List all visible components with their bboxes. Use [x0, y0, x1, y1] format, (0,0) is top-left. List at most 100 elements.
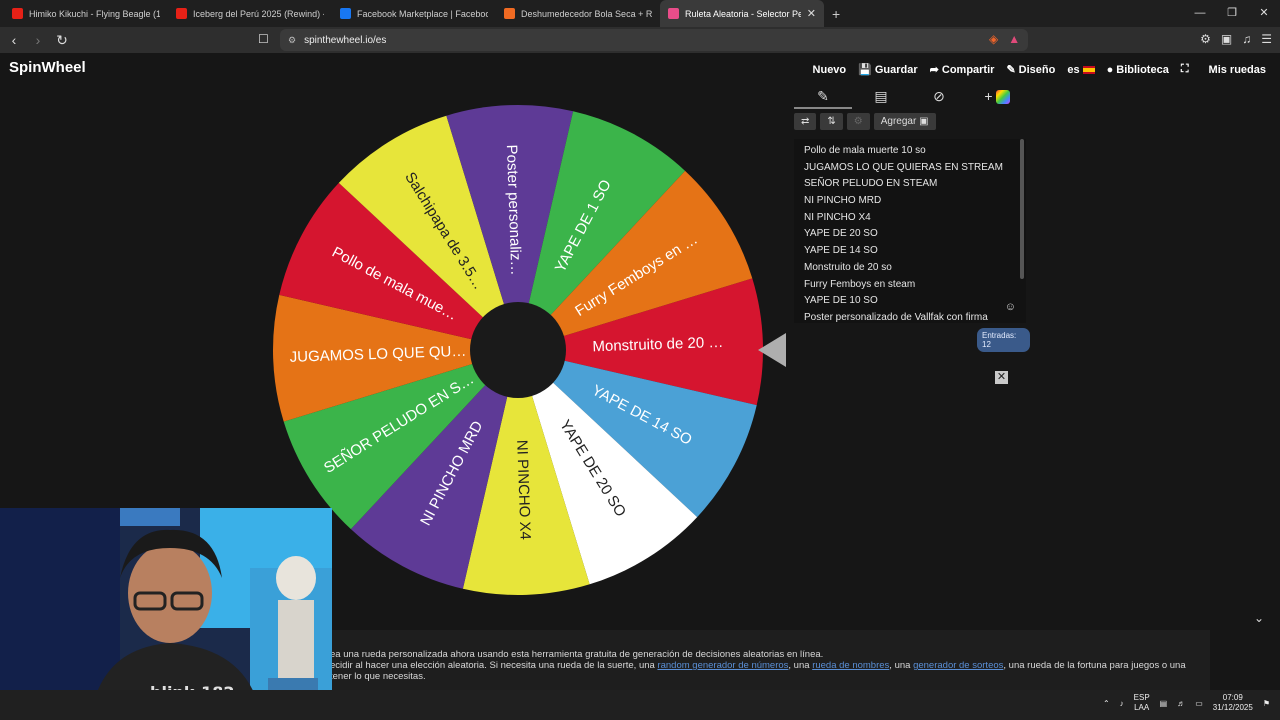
- my-wheels-button[interactable]: Mis ruedas: [1209, 64, 1266, 76]
- wheel-pointer: [758, 333, 786, 367]
- browser-tab[interactable]: Ruleta Aleatoria - Selector Perso ✕: [660, 0, 824, 27]
- tab-title: Himiko Kikuchi - Flying Beagle (1987): [29, 8, 160, 19]
- webcam-overlay: blink-182: [0, 508, 332, 720]
- save-button[interactable]: 💾 Guardar: [858, 63, 918, 77]
- tab-favicon-icon: [176, 8, 187, 19]
- color-palette-icon: [995, 90, 1010, 105]
- sort-icon: ⇅: [827, 116, 836, 127]
- wheel-center[interactable]: [470, 302, 566, 398]
- address-bar: ‹ › ↻ ☐ ⚙ spinthewheel.io/es ◈ ▲ ⚙ ▣ ♫ ☰: [0, 27, 1280, 53]
- description-text: , una rueda de la fortuna para juegos o …: [1003, 660, 1186, 671]
- battery-icon[interactable]: ▭: [1195, 699, 1203, 708]
- entry-line: SEÑOR PELUDO EN STEAM: [804, 178, 938, 190]
- separator: , una: [788, 660, 810, 671]
- lang-bottom: LAA: [1134, 703, 1150, 712]
- tab-favicon-icon: [12, 8, 23, 19]
- back-icon[interactable]: ‹: [4, 32, 24, 48]
- forward-icon[interactable]: ›: [28, 32, 48, 48]
- wallet-icon[interactable]: ▣: [1221, 32, 1232, 46]
- settings-button[interactable]: ⚙: [846, 113, 870, 130]
- close-tab-icon[interactable]: ✕: [807, 7, 816, 20]
- webcam-image: blink-182: [0, 508, 332, 720]
- tab-edit[interactable]: ✎: [794, 83, 852, 109]
- microphone-icon[interactable]: ♪: [1120, 699, 1124, 708]
- new-button[interactable]: Nuevo: [813, 64, 847, 76]
- menu-icon[interactable]: ☰: [1261, 32, 1272, 46]
- top-menu: Nuevo 💾 Guardar ➦ Compartir ✎ Diseño es ● Bi…: [813, 63, 1266, 76]
- chevron-up-icon[interactable]: ⌃: [1103, 699, 1110, 708]
- entries-scrollbar[interactable]: [1020, 139, 1024, 279]
- browser-tab[interactable]: Facebook Marketplace | Facebook: [332, 0, 496, 27]
- entries-textarea[interactable]: Pollo de mala muerte 10 so JUGAMOS LO QUE…: [794, 139, 1026, 323]
- fullscreen-icon: ⛶: [1180, 63, 1189, 75]
- name-wheel-link[interactable]: rueda de nombres: [812, 660, 889, 671]
- minimize-icon[interactable]: —: [1184, 0, 1216, 27]
- restore-icon[interactable]: ❐: [1216, 0, 1248, 27]
- raffle-generator-link[interactable]: generador de sorteos: [913, 660, 1003, 671]
- entry-line: NI PINCHO X4: [804, 211, 871, 223]
- rewards-icon[interactable]: ▲: [1008, 32, 1020, 46]
- browser-tab-bar: Himiko Kikuchi - Flying Beagle (1987) Ice…: [0, 0, 1280, 27]
- pencil-icon: ✎: [817, 88, 829, 104]
- language-indicator[interactable]: ESP LAA: [1134, 693, 1150, 713]
- speaker-icon[interactable]: ♬: [1177, 699, 1185, 708]
- browser-tab[interactable]: Iceberg del Perú 2025 (Rewind) - You: [168, 0, 332, 27]
- close-panel-button[interactable]: ✕: [995, 371, 1008, 384]
- share-button[interactable]: ➦ Compartir: [930, 63, 995, 77]
- music-icon[interactable]: ♫: [1242, 32, 1251, 46]
- clock[interactable]: 07:09 31/12/2025: [1213, 693, 1253, 713]
- new-tab-button[interactable]: +: [824, 6, 848, 22]
- design-button[interactable]: ✎ Diseño: [1006, 63, 1055, 77]
- close-window-icon[interactable]: ✕: [1248, 0, 1280, 27]
- library-button[interactable]: ● Biblioteca: [1107, 64, 1169, 76]
- window-controls: — ❐ ✕: [1184, 0, 1280, 27]
- plus-icon: +: [984, 88, 993, 104]
- browser-tab[interactable]: Deshumedecedor Bola Seca + Recam: [496, 0, 660, 27]
- spain-flag-icon: [1082, 65, 1095, 74]
- wheel[interactable]: Monstruito de 20 … YAPE DE 14 SO YAPE DE 2…: [270, 103, 770, 599]
- sort-button[interactable]: ⇅: [820, 113, 843, 130]
- taskbar: ⌃ ♪ ESP LAA ▤ ♬ ▭ 07:09 31/12/2025 ⚑: [0, 690, 1280, 720]
- entry-line: YAPE DE 14 SO: [804, 245, 878, 257]
- random-number-link[interactable]: random generador de números: [657, 660, 788, 671]
- notification-icon[interactable]: ⚑: [1263, 699, 1270, 708]
- entries-count-badge: Entradas: 12: [977, 328, 1030, 352]
- chevron-down-icon[interactable]: ⌄: [1254, 611, 1264, 625]
- add-label: Agregar: [880, 116, 917, 127]
- entry-line: NI PINCHO MRD: [804, 195, 882, 207]
- share-label: Compartir: [941, 63, 995, 76]
- shuffle-button[interactable]: ⇄: [794, 113, 817, 130]
- extensions-area: ◈ ▲ ⚙ ▣ ♫ ☰: [989, 32, 1272, 46]
- bookmark-icon[interactable]: ☐: [258, 32, 269, 46]
- shuffle-icon: ⇄: [801, 116, 810, 127]
- extensions-icon[interactable]: ⚙: [1200, 32, 1211, 46]
- entries-panel: ✎ ▤ ⊘ + ⇄ ⇅ ⚙ Agregar ▣ Pollo de mala mu…: [794, 83, 1030, 352]
- emoji-icon[interactable]: ☺: [1005, 301, 1016, 313]
- language-label: es: [1067, 63, 1080, 76]
- add-image-button[interactable]: Agregar ▣: [873, 113, 936, 130]
- tab-title: Ruleta Aleatoria - Selector Perso: [685, 8, 801, 19]
- browser-tab[interactable]: Himiko Kikuchi - Flying Beagle (1987): [4, 0, 168, 27]
- wheel-svg[interactable]: Monstruito de 20 …YAPE DE 14 SOYAPE DE 2…: [270, 103, 770, 599]
- system-tray: ⌃ ♪ ESP LAA ▤ ♬ ▭ 07:09 31/12/2025 ⚑: [1103, 693, 1270, 713]
- language-button[interactable]: es: [1067, 63, 1095, 76]
- tab-hide[interactable]: ⊘: [910, 83, 968, 109]
- tab-add-image[interactable]: +: [968, 83, 1026, 109]
- tab-results[interactable]: ▤: [852, 83, 910, 109]
- url-field[interactable]: ⚙ spinthewheel.io/es: [280, 29, 1028, 51]
- url-text: spinthewheel.io/es: [304, 34, 387, 46]
- site-info-icon[interactable]: ⚙: [288, 35, 296, 46]
- reload-icon[interactable]: ↻: [52, 32, 72, 49]
- entry-line: YAPE DE 10 SO: [804, 295, 878, 307]
- image-icon: ▣: [919, 116, 929, 127]
- panel-tabs: ✎ ▤ ⊘ +: [794, 83, 1030, 109]
- brave-shield-icon[interactable]: ◈: [989, 32, 998, 46]
- entry-line: Pollo de mala muerte 10 so: [804, 145, 926, 156]
- tab-favicon-icon: [504, 8, 515, 19]
- fullscreen-button[interactable]: ⛶: [1181, 63, 1189, 76]
- gear-icon: ⚙: [853, 116, 863, 127]
- entry-line: Monstruito de 20 so: [804, 261, 892, 273]
- entry-line: Poster personalizado de Vallfak con firm…: [804, 311, 988, 323]
- network-icon[interactable]: ▤: [1160, 699, 1168, 708]
- site-logo[interactable]: SpinWheel: [9, 59, 86, 76]
